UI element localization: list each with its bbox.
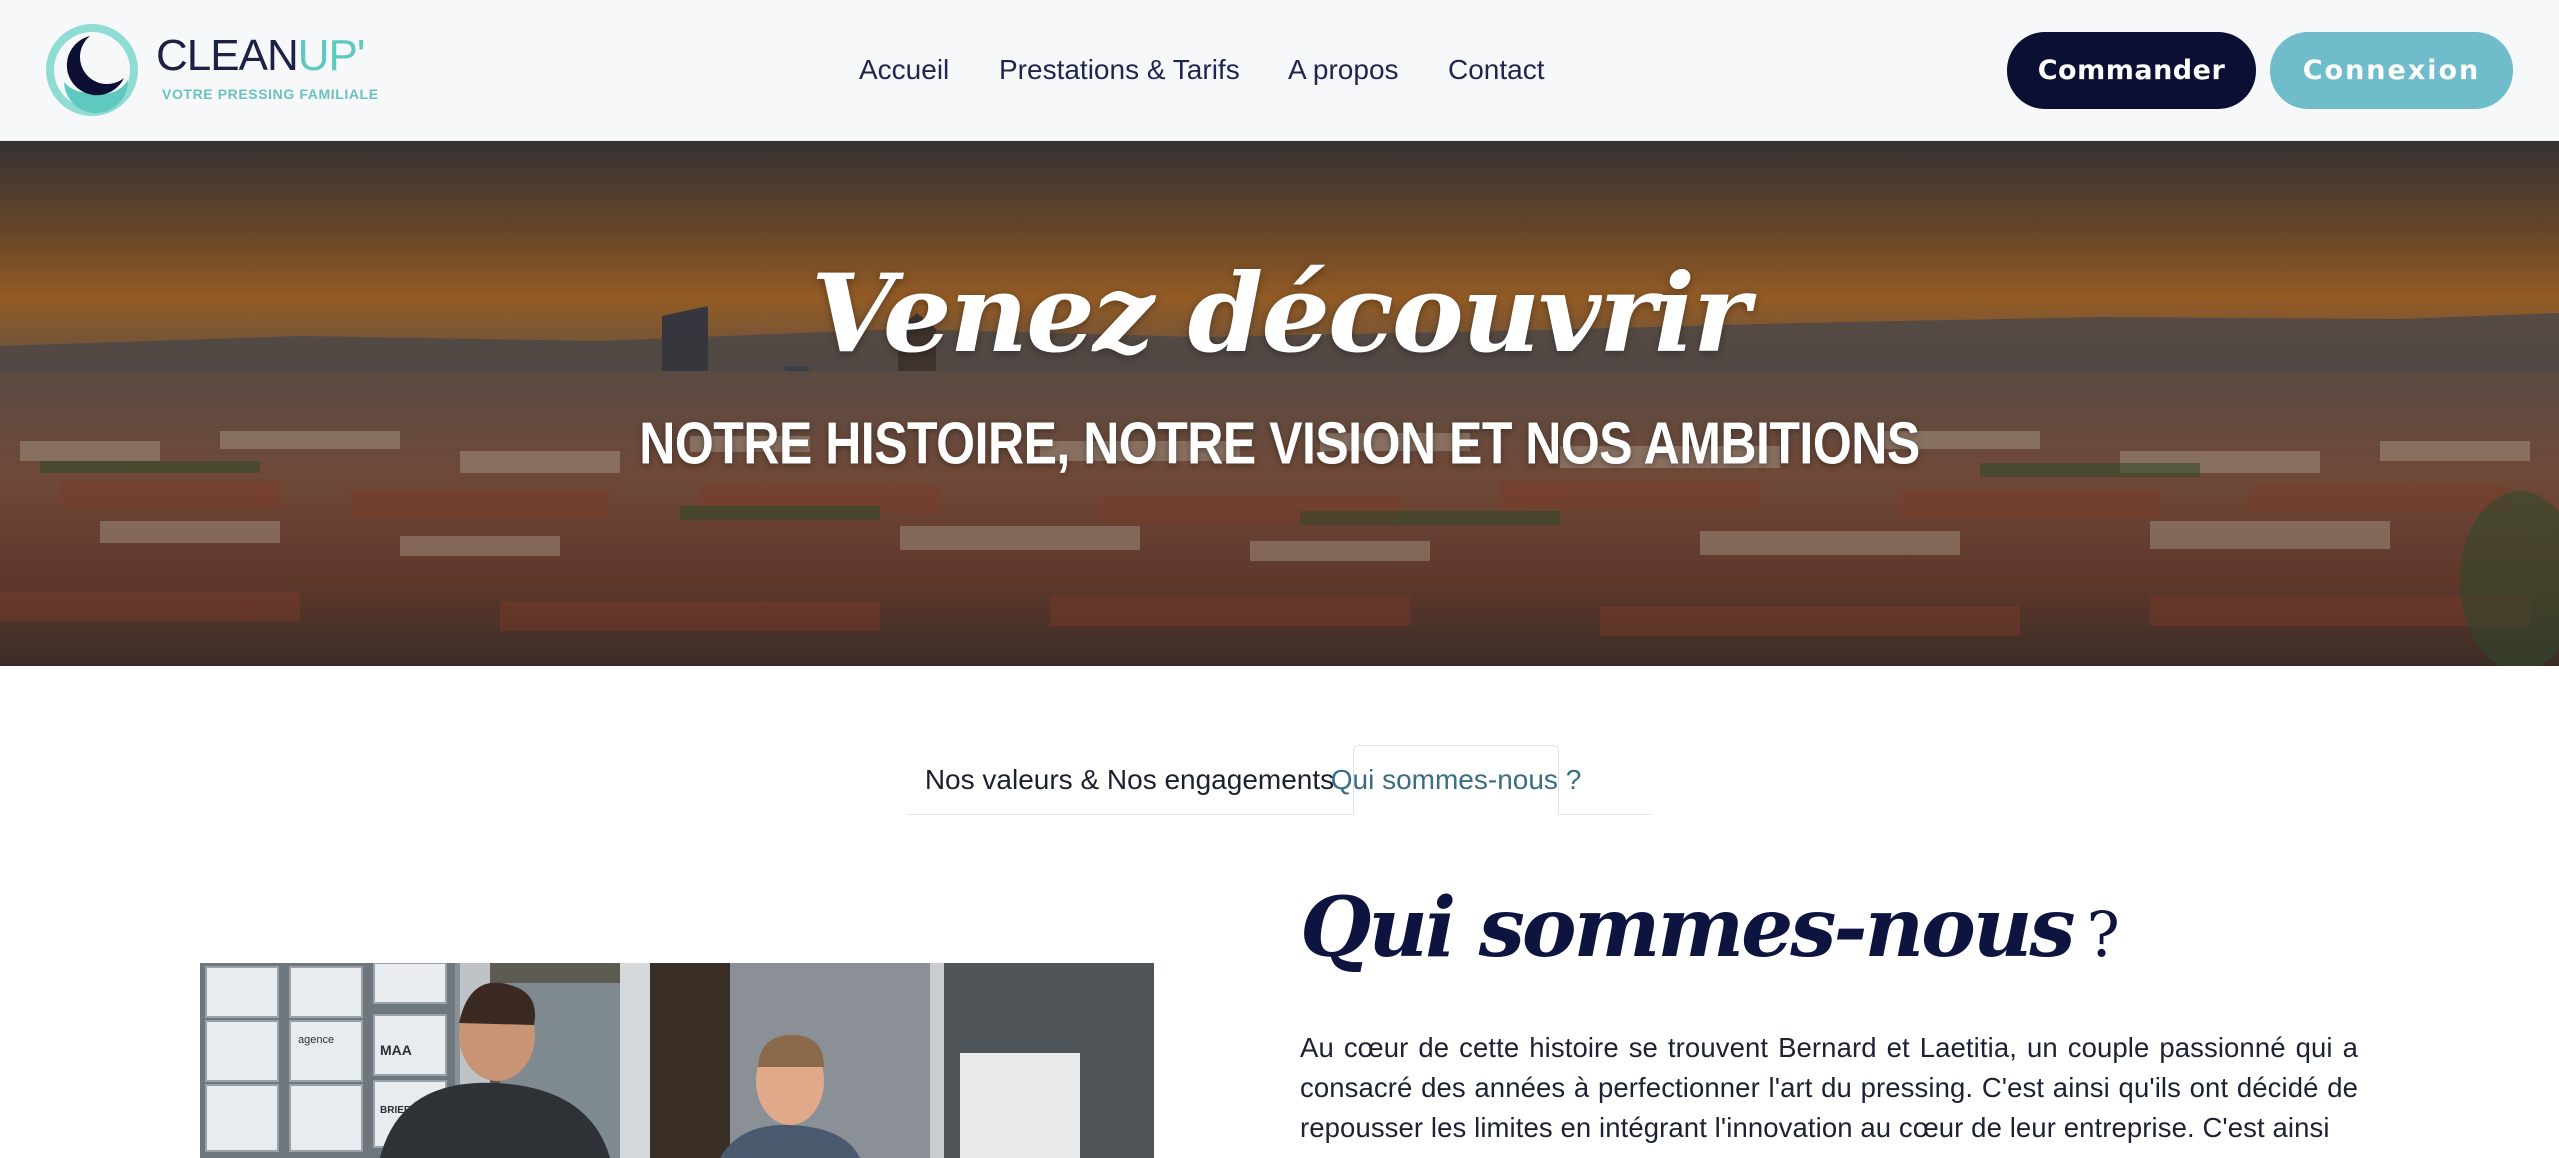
- logo-wordmark: CLEANUP': [156, 31, 365, 80]
- hero-banner: Venez découvrir NOTRE HISTOIRE, NOTRE VI…: [0, 141, 2559, 666]
- tab-qui-sommes-nous[interactable]: Qui sommes-nous ?: [1331, 745, 1581, 815]
- nav-a-propos[interactable]: A propos: [1288, 52, 1399, 88]
- nav-accueil[interactable]: Accueil: [859, 52, 949, 88]
- hero-overlay: [0, 141, 2559, 666]
- logo-moon-icon: [46, 24, 138, 116]
- section-title: Qui sommes-nous?: [1300, 880, 2120, 976]
- brand-logo[interactable]: CLEANUP' VOTRE PRESSING FAMILIALE: [44, 22, 384, 122]
- logo-tagline: VOTRE PRESSING FAMILIALE: [162, 86, 379, 102]
- site-header: CLEANUP' VOTRE PRESSING FAMILIALE Accuei…: [0, 0, 2559, 141]
- about-paragraph: Au cœur de cette histoire se trouvent Be…: [1300, 1032, 2358, 1143]
- founders-photo-illustration: agence MAA BRIEFING: [200, 963, 1154, 1158]
- nav-prestations-tarifs[interactable]: Prestations & Tarifs: [999, 52, 1240, 88]
- hero-subtitle: NOTRE HISTOIRE, NOTRE VISION ET NOS AMBI…: [639, 410, 1920, 477]
- nav-contact[interactable]: Contact: [1448, 52, 1545, 88]
- connexion-button[interactable]: Connexion: [2270, 32, 2513, 109]
- photo-sign-maa: MAA: [380, 1042, 412, 1058]
- commander-button[interactable]: Commander: [2007, 32, 2256, 109]
- photo-sign-agence: agence: [298, 1034, 334, 1046]
- hero-title: Venez découvrir: [811, 251, 1750, 377]
- tab-nos-valeurs[interactable]: Nos valeurs & Nos engagements: [907, 745, 1352, 815]
- founders-photo: agence MAA BRIEFING: [200, 963, 1154, 1158]
